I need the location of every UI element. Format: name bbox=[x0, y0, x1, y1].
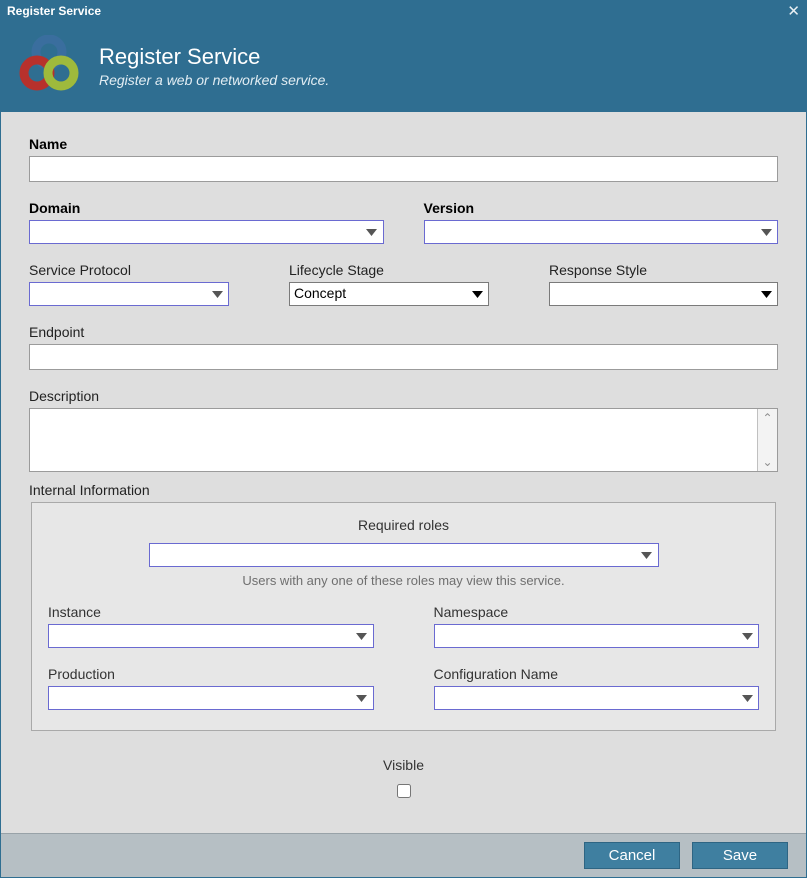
logo-icon bbox=[17, 35, 81, 96]
footer-bar: Cancel Save bbox=[1, 833, 806, 877]
name-label: Name bbox=[29, 136, 778, 152]
chevron-down-icon bbox=[361, 221, 383, 243]
form-area: Name Domain Version Ser bbox=[1, 112, 806, 833]
title-bar: Register Service ✕ bbox=[1, 1, 806, 21]
chevron-down-icon bbox=[351, 625, 373, 647]
save-button[interactable]: Save bbox=[692, 842, 788, 869]
chevron-down-icon bbox=[466, 283, 488, 305]
roles-label: Required roles bbox=[358, 517, 449, 533]
domain-select[interactable] bbox=[29, 220, 384, 244]
description-label: Description bbox=[29, 388, 778, 404]
roles-select[interactable] bbox=[149, 543, 659, 567]
response-label: Response Style bbox=[549, 262, 778, 278]
internal-legend: Internal Information bbox=[29, 482, 778, 498]
close-icon[interactable]: ✕ bbox=[787, 4, 800, 19]
visible-checkbox[interactable] bbox=[397, 784, 411, 798]
banner: Register Service Register a web or netwo… bbox=[1, 21, 806, 112]
register-service-dialog: Register Service ✕ Register Service Regi… bbox=[0, 0, 807, 878]
namespace-label: Namespace bbox=[434, 604, 760, 620]
textarea-scrollbar[interactable]: ⌃ ⌄ bbox=[757, 409, 777, 471]
title-bar-text: Register Service bbox=[7, 4, 101, 18]
scroll-up-icon[interactable]: ⌃ bbox=[758, 409, 777, 427]
description-input[interactable] bbox=[30, 409, 757, 471]
chevron-down-icon bbox=[736, 687, 758, 709]
configname-label: Configuration Name bbox=[434, 666, 760, 682]
protocol-select[interactable] bbox=[29, 282, 229, 306]
chevron-down-icon bbox=[636, 544, 658, 566]
banner-title: Register Service bbox=[99, 44, 329, 70]
visible-label: Visible bbox=[383, 757, 424, 773]
instance-select[interactable] bbox=[48, 624, 374, 648]
protocol-label: Service Protocol bbox=[29, 262, 229, 278]
production-label: Production bbox=[48, 666, 374, 682]
internal-information-fieldset: Required roles Users with any one of the… bbox=[31, 502, 776, 731]
banner-subtitle: Register a web or networked service. bbox=[99, 72, 329, 88]
name-input[interactable] bbox=[29, 156, 778, 182]
lifecycle-select[interactable]: Concept bbox=[289, 282, 489, 306]
response-select[interactable] bbox=[549, 282, 778, 306]
configname-select[interactable] bbox=[434, 686, 760, 710]
version-select[interactable] bbox=[424, 220, 779, 244]
roles-hint: Users with any one of these roles may vi… bbox=[242, 573, 564, 588]
chevron-down-icon bbox=[736, 625, 758, 647]
endpoint-label: Endpoint bbox=[29, 324, 778, 340]
scroll-down-icon[interactable]: ⌄ bbox=[758, 453, 777, 471]
cancel-button[interactable]: Cancel bbox=[584, 842, 680, 869]
endpoint-input[interactable] bbox=[29, 344, 778, 370]
instance-label: Instance bbox=[48, 604, 374, 620]
production-select[interactable] bbox=[48, 686, 374, 710]
domain-label: Domain bbox=[29, 200, 384, 216]
lifecycle-label: Lifecycle Stage bbox=[289, 262, 489, 278]
chevron-down-icon bbox=[351, 687, 373, 709]
chevron-down-icon bbox=[755, 221, 777, 243]
chevron-down-icon bbox=[755, 283, 777, 305]
namespace-select[interactable] bbox=[434, 624, 760, 648]
chevron-down-icon bbox=[206, 283, 228, 305]
version-label: Version bbox=[424, 200, 779, 216]
